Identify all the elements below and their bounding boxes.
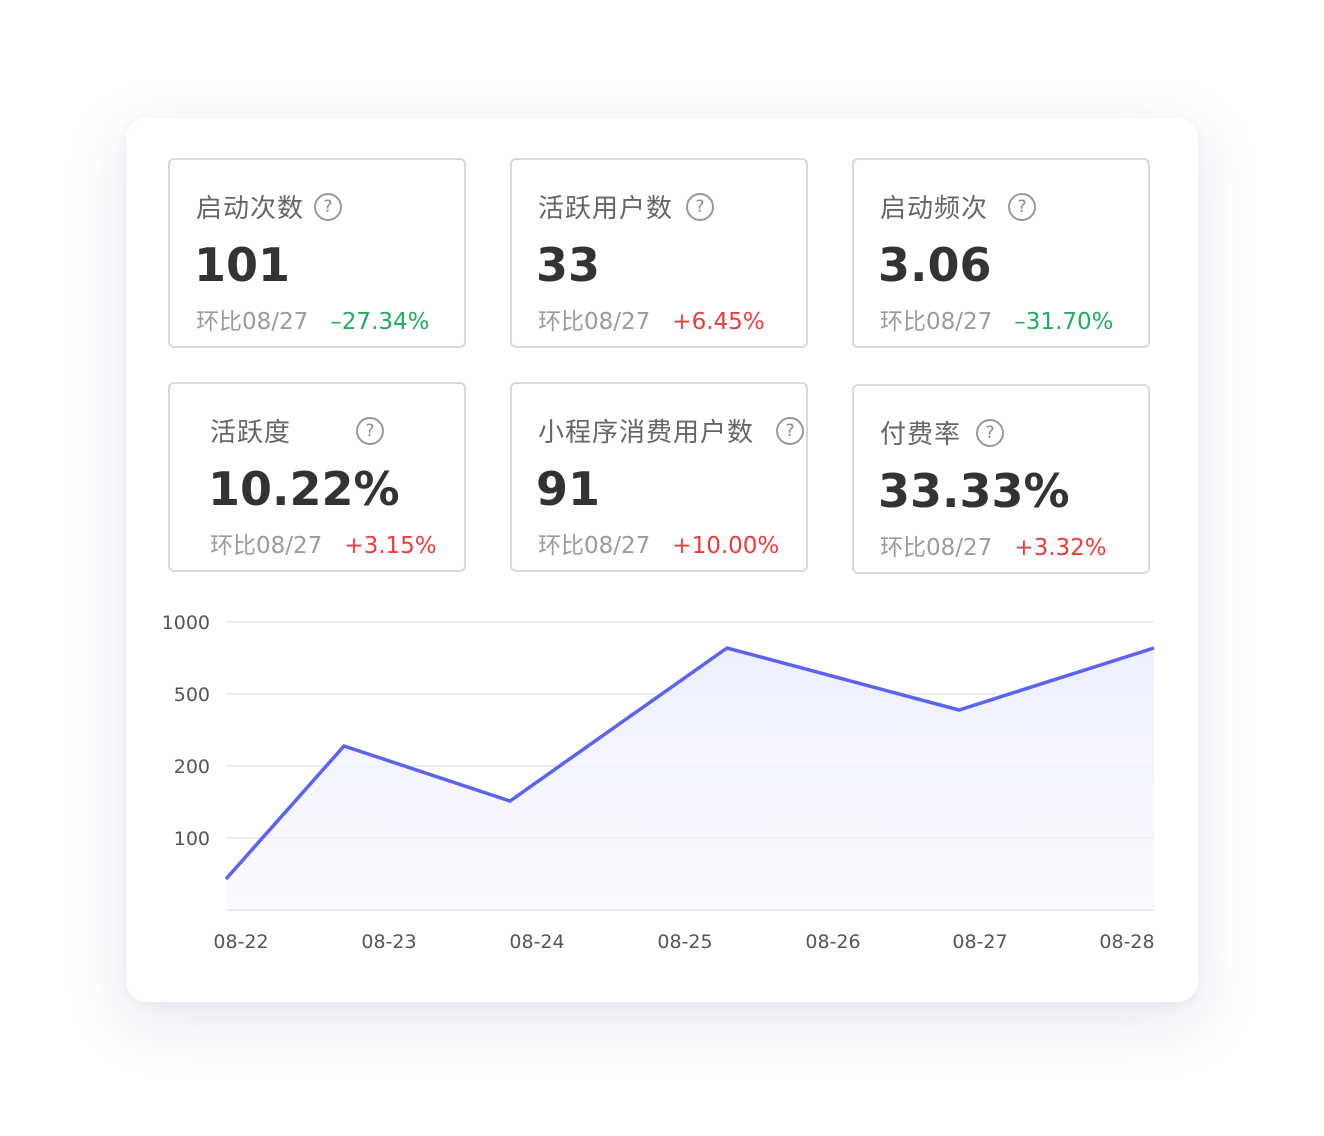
y-tick-label: 100 <box>174 828 210 850</box>
x-axis-ticks: 08-22 08-23 08-24 08-25 08-26 08-27 08-28 <box>213 931 1154 953</box>
x-tick-label: 08-24 <box>509 931 564 953</box>
x-tick-label: 08-25 <box>657 931 712 953</box>
y-tick-label: 200 <box>174 756 210 778</box>
x-tick-label: 08-22 <box>213 931 268 953</box>
y-tick-label: 500 <box>174 684 210 706</box>
trend-chart: 1000500200100 08-22 08-23 08-24 08-25 08-26 0… <box>162 612 1155 953</box>
x-tick-label: 08-26 <box>805 931 860 953</box>
x-tick-label: 08-28 <box>1099 931 1154 953</box>
x-tick-label: 08-27 <box>952 931 1007 953</box>
x-tick-label: 08-23 <box>361 931 416 953</box>
y-axis-ticks: 1000 500 200 100 <box>162 612 210 850</box>
series-area <box>226 648 1154 910</box>
y-tick-label: 1000 <box>162 612 210 634</box>
